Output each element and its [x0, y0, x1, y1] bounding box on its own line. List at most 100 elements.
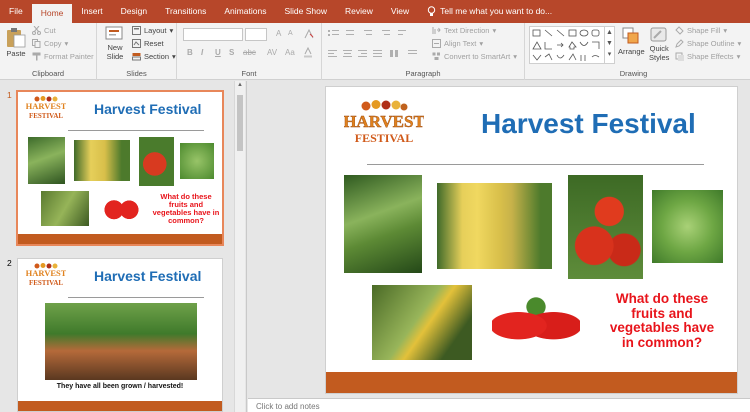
corn-image [74, 140, 130, 181]
gallery-scroll[interactable]: ▲ ▼ ▾ [604, 27, 614, 63]
new-slide-icon [105, 26, 123, 40]
clear-formatting-button[interactable] [304, 28, 314, 41]
quick-styles-label-2: Styles [649, 53, 670, 62]
lightbulb-icon [427, 6, 436, 16]
scroll-up-icon[interactable]: ▲ [237, 82, 243, 88]
tab-insert[interactable]: Insert [72, 0, 111, 23]
strawberries-image [492, 296, 580, 350]
layout-button[interactable]: Layout ▾ [132, 26, 173, 35]
italic-button[interactable]: I [201, 48, 203, 57]
festival-logo: HARVEST FESTIVAL [344, 100, 424, 145]
arrange-label: Arrange [618, 47, 645, 56]
slides-group: New Slide Layout ▾ Reset Section ▾ Slide… [97, 23, 177, 80]
reset-button[interactable]: Reset [132, 39, 164, 48]
main-slide[interactable]: HARVEST FESTIVAL Harvest Festival What d… [325, 86, 738, 394]
divider [367, 164, 704, 165]
underline-button[interactable]: U [215, 48, 221, 57]
slide-1-question: What do these fruits and vegetables have… [152, 192, 220, 226]
strawberries-image [102, 196, 142, 221]
text-shadow-button[interactable]: S [229, 48, 234, 57]
font-name-combo[interactable] [183, 28, 243, 41]
section-button[interactable]: Section ▾ [132, 52, 176, 61]
drawing-group: ▲ ▼ ▾ Arrange Quick Styles Shape Fill ▾ Sh… [525, 23, 742, 80]
tab-animations[interactable]: Animations [215, 0, 275, 23]
tab-review[interactable]: Review [336, 0, 382, 23]
paste-button[interactable]: Paste [5, 26, 27, 58]
decrease-font-size-button[interactable]: A [288, 30, 293, 37]
shape-fill-button[interactable]: Shape Fill ▾ [675, 26, 727, 35]
main-slide-title[interactable]: Harvest Festival [481, 108, 696, 140]
lettuce-image [652, 190, 723, 263]
new-slide-label-1: New [107, 43, 123, 52]
quick-styles-button[interactable]: Quick Styles [649, 26, 669, 62]
arrange-button[interactable]: Arrange [618, 26, 645, 56]
font-size-combo[interactable] [245, 28, 267, 41]
bold-button[interactable]: B [187, 48, 193, 57]
tomatoes-image [139, 137, 174, 186]
question-line-1: What do these [615, 291, 709, 306]
svg-text:HARVEST: HARVEST [26, 268, 66, 278]
layout-icon [132, 26, 141, 35]
tab-slide-show[interactable]: Slide Show [275, 0, 336, 23]
format-painter-button[interactable]: Format Painter [32, 52, 94, 61]
slide-thumbnail-2[interactable]: HARVEST FESTIVAL Harvest Festival They h… [17, 258, 223, 412]
tab-home[interactable]: Home [31, 4, 73, 23]
align-text-label: Align Text [444, 39, 477, 48]
scroll-thumb[interactable] [237, 95, 243, 151]
font-color-button[interactable] [303, 46, 313, 60]
slide-2-caption: They have all been grown / harvested! [56, 383, 184, 390]
alignment-icon[interactable] [328, 49, 423, 59]
new-slide-button[interactable]: New Slide [105, 26, 125, 61]
lettuce-image [180, 143, 214, 179]
ribbon-home: Paste Cut Copy ▾ Format Painter Clipboar… [0, 23, 750, 80]
cut-button[interactable]: Cut [32, 26, 56, 35]
paste-icon [7, 28, 26, 48]
svg-text:HARVEST: HARVEST [26, 101, 66, 111]
strikethrough-button[interactable]: abc [243, 48, 256, 57]
text-direction-icon [432, 27, 441, 34]
text-direction-label: Text Direction [444, 26, 490, 35]
tab-design[interactable]: Design [112, 0, 156, 23]
shape-fill-label: Shape Fill [687, 26, 721, 35]
align-text-button[interactable]: Align Text ▾ [432, 39, 483, 48]
shape-effects-label: Shape Effects [687, 52, 734, 61]
divider [68, 130, 204, 131]
drawing-group-label: Drawing [619, 69, 648, 78]
shapes-gallery-icon [532, 29, 600, 61]
arrange-icon [622, 27, 639, 44]
shape-effects-button[interactable]: Shape Effects ▾ [675, 52, 740, 61]
tell-me-box[interactable]: Tell me what you want to do... [418, 0, 561, 23]
increase-font-size-button[interactable]: A [276, 29, 281, 38]
reset-icon [132, 39, 141, 48]
tab-transitions[interactable]: Transitions [156, 0, 215, 23]
slide-2-title: Harvest Festival [94, 268, 202, 284]
slide-number-2: 2 [7, 258, 12, 268]
slide-footer-bar [326, 372, 737, 393]
chevron-down-icon: ▾ [479, 39, 484, 48]
thumbnail-scrollbar[interactable]: ▲ [234, 81, 245, 412]
clipboard-group-label: Clipboard [31, 69, 65, 78]
slide-thumbnail-1[interactable]: HARVEST FESTIVAL Harvest Festival What d… [16, 90, 224, 246]
tab-file[interactable]: File [0, 0, 32, 23]
chevron-down-icon: ▾ [736, 52, 741, 61]
corn-image [437, 183, 552, 269]
question-line-2: fruits and [631, 305, 693, 321]
copy-icon [32, 39, 41, 48]
notes-pane[interactable]: Click to add notes [248, 398, 750, 412]
shapes-gallery[interactable]: ▲ ▼ ▾ [529, 26, 615, 64]
tab-view[interactable]: View [382, 0, 418, 23]
reset-label: Reset [144, 39, 164, 48]
copy-button[interactable]: Copy ▾ [32, 39, 68, 48]
text-direction-button[interactable]: Text Direction ▾ [432, 26, 496, 35]
svg-text:FESTIVAL: FESTIVAL [29, 279, 63, 287]
cut-label: Cut [44, 26, 56, 35]
font-color-icon [304, 46, 312, 58]
shape-outline-button[interactable]: Shape Outline ▾ [675, 39, 741, 48]
main-slide-question[interactable]: What do these fruits and vegetables have… [602, 291, 722, 350]
change-case-button[interactable]: Aa [285, 48, 295, 57]
char-spacing-button[interactable]: AV [267, 48, 277, 57]
convert-smartart-button[interactable]: Convert to SmartArt ▾ [432, 52, 517, 61]
quick-styles-label-1: Quick [649, 44, 669, 53]
bullets-icon[interactable] [328, 29, 406, 39]
slide-1-title: Harvest Festival [94, 101, 202, 117]
